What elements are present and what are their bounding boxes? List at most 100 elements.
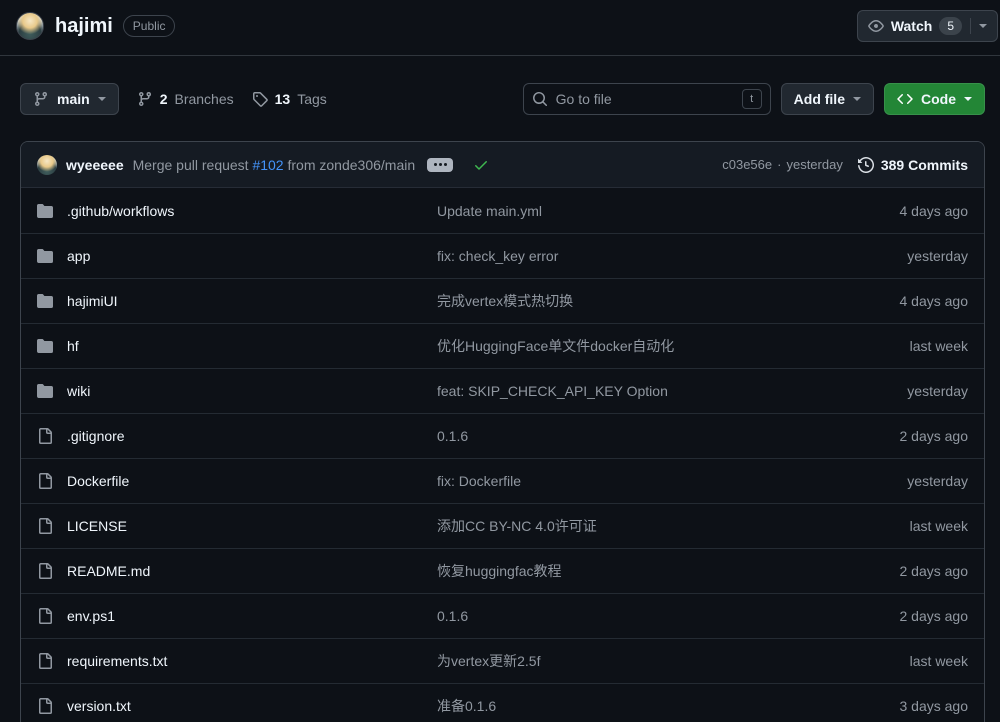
row-commit-message-link[interactable]: 添加CC BY-NC 4.0许可证	[437, 518, 597, 534]
chevron-down-icon[interactable]	[979, 24, 987, 32]
code-button[interactable]: Code	[884, 83, 985, 115]
chevron-down-icon	[853, 97, 861, 105]
shortcut-key-badge: t	[742, 89, 762, 109]
commit-sha-link[interactable]: c03e56e	[722, 157, 772, 172]
file-name-link[interactable]: Dockerfile	[67, 473, 129, 489]
owner-avatar[interactable]	[16, 12, 44, 40]
branch-selector-button[interactable]: main	[20, 83, 119, 115]
table-row[interactable]: .github/workflows Update main.yml 4 days…	[21, 188, 984, 233]
file-name-cell: README.md	[37, 563, 437, 579]
file-name-link[interactable]: app	[67, 248, 90, 264]
commit-date: 4 days ago	[818, 293, 968, 309]
add-file-label: Add file	[794, 91, 845, 107]
file-name-cell: .github/workflows	[37, 203, 437, 219]
commit-message-cell: 0.1.6	[437, 428, 818, 444]
file-name-link[interactable]: version.txt	[67, 698, 131, 714]
commit-message-cell: Update main.yml	[437, 203, 818, 219]
folder-icon	[37, 338, 53, 354]
visibility-badge: Public	[123, 15, 176, 37]
repo-toolbar: main 2 Branches 13 Tags	[20, 83, 985, 115]
file-name-cell: hf	[37, 338, 437, 354]
file-name-link[interactable]: LICENSE	[67, 518, 127, 534]
file-table-body: .github/workflows Update main.yml 4 days…	[21, 188, 984, 722]
file-name-link[interactable]: requirements.txt	[67, 653, 167, 669]
tags-link[interactable]: 13 Tags	[252, 91, 327, 107]
table-row[interactable]: wiki feat: SKIP_CHECK_API_KEY Option yes…	[21, 368, 984, 413]
button-divider	[970, 18, 971, 34]
committer-avatar[interactable]	[37, 155, 57, 175]
row-commit-message-link[interactable]: Update main.yml	[437, 203, 542, 219]
folder-icon	[37, 248, 53, 264]
row-commit-message-link[interactable]: feat: SKIP_CHECK_API_KEY Option	[437, 383, 668, 399]
table-row[interactable]: .gitignore 0.1.6 2 days ago	[21, 413, 984, 458]
table-row[interactable]: README.md 恢复huggingfac教程 2 days ago	[21, 548, 984, 593]
commit-date: 4 days ago	[818, 203, 968, 219]
commit-message-cell: fix: check_key error	[437, 248, 818, 264]
file-name-cell: hajimiUI	[37, 293, 437, 309]
row-commit-message-link[interactable]: 0.1.6	[437, 428, 468, 444]
row-commit-message-link[interactable]: fix: Dockerfile	[437, 473, 521, 489]
go-to-file-input[interactable]	[556, 91, 734, 107]
table-row[interactable]: hajimiUI 完成vertex模式热切换 4 days ago	[21, 278, 984, 323]
row-commit-message-link[interactable]: 优化HuggingFace单文件docker自动化	[437, 338, 674, 354]
chevron-down-icon	[964, 97, 972, 105]
commit-message-suffix: from zonde306/main	[284, 157, 416, 173]
chevron-down-icon	[98, 97, 106, 105]
committer-name-link[interactable]: wyeeeee	[66, 157, 124, 173]
branches-link[interactable]: 2 Branches	[137, 91, 234, 107]
watch-count-badge: 5	[939, 17, 962, 35]
table-row[interactable]: LICENSE 添加CC BY-NC 4.0许可证 last week	[21, 503, 984, 548]
pr-number-link[interactable]: #102	[252, 157, 283, 173]
latest-commit-bar: wyeeeee Merge pull request #102 from zon…	[21, 142, 984, 188]
file-name-link[interactable]: hajimiUI	[67, 293, 118, 309]
watch-button[interactable]: Watch 5	[857, 10, 998, 42]
commit-message-cell: 为vertex更新2.5f	[437, 651, 818, 671]
commit-message-cell: 添加CC BY-NC 4.0许可证	[437, 516, 818, 536]
commits-count-label: 389 Commits	[881, 157, 968, 173]
ellipsis-dot	[434, 163, 437, 166]
table-row[interactable]: Dockerfile fix: Dockerfile yesterday	[21, 458, 984, 503]
tags-label: Tags	[297, 91, 327, 107]
toolbar-right: t Add file Code	[523, 83, 985, 115]
row-commit-message-link[interactable]: 恢复huggingfac教程	[437, 563, 562, 579]
table-row[interactable]: requirements.txt 为vertex更新2.5f last week	[21, 638, 984, 683]
row-commit-message-link[interactable]: 0.1.6	[437, 608, 468, 624]
row-commit-message-link[interactable]: 准备0.1.6	[437, 698, 496, 714]
branch-tag-links: 2 Branches 13 Tags	[137, 91, 327, 107]
watch-label: Watch	[891, 18, 932, 34]
file-table: wyeeeee Merge pull request #102 from zon…	[20, 141, 985, 722]
table-row[interactable]: version.txt 准备0.1.6 3 days ago	[21, 683, 984, 722]
row-commit-message-link[interactable]: fix: check_key error	[437, 248, 558, 264]
file-name-link[interactable]: hf	[67, 338, 79, 354]
commit-date: last week	[818, 338, 968, 354]
checks-status-icon[interactable]	[473, 157, 489, 173]
commit-date: yesterday	[818, 248, 968, 264]
add-file-button[interactable]: Add file	[781, 83, 874, 115]
file-icon	[37, 653, 53, 669]
commit-message-cell: feat: SKIP_CHECK_API_KEY Option	[437, 383, 818, 399]
file-icon	[37, 563, 53, 579]
file-name-link[interactable]: README.md	[67, 563, 150, 579]
commit-message-cell: 优化HuggingFace单文件docker自动化	[437, 336, 818, 356]
commit-message-cell: 完成vertex模式热切换	[437, 291, 818, 311]
file-name-link[interactable]: env.ps1	[67, 608, 115, 624]
table-row[interactable]: app fix: check_key error yesterday	[21, 233, 984, 278]
file-name-cell: LICENSE	[37, 518, 437, 534]
search-icon	[532, 91, 548, 107]
git-branch-icon	[33, 91, 49, 107]
table-row[interactable]: env.ps1 0.1.6 2 days ago	[21, 593, 984, 638]
row-commit-message-link[interactable]: 为vertex更新2.5f	[437, 653, 540, 669]
commit-history-link[interactable]: 389 Commits	[858, 157, 968, 173]
folder-icon	[37, 383, 53, 399]
table-row[interactable]: hf 优化HuggingFace单文件docker自动化 last week	[21, 323, 984, 368]
eye-icon	[868, 18, 884, 34]
commit-ellipsis-button[interactable]	[427, 158, 453, 172]
file-name-link[interactable]: wiki	[67, 383, 90, 399]
file-name-link[interactable]: .gitignore	[67, 428, 125, 444]
repo-title-link[interactable]: hajimi	[55, 15, 113, 38]
file-name-link[interactable]: .github/workflows	[67, 203, 174, 219]
commit-date: yesterday	[818, 383, 968, 399]
code-icon	[897, 91, 913, 107]
row-commit-message-link[interactable]: 完成vertex模式热切换	[437, 293, 573, 309]
file-name-cell: app	[37, 248, 437, 264]
